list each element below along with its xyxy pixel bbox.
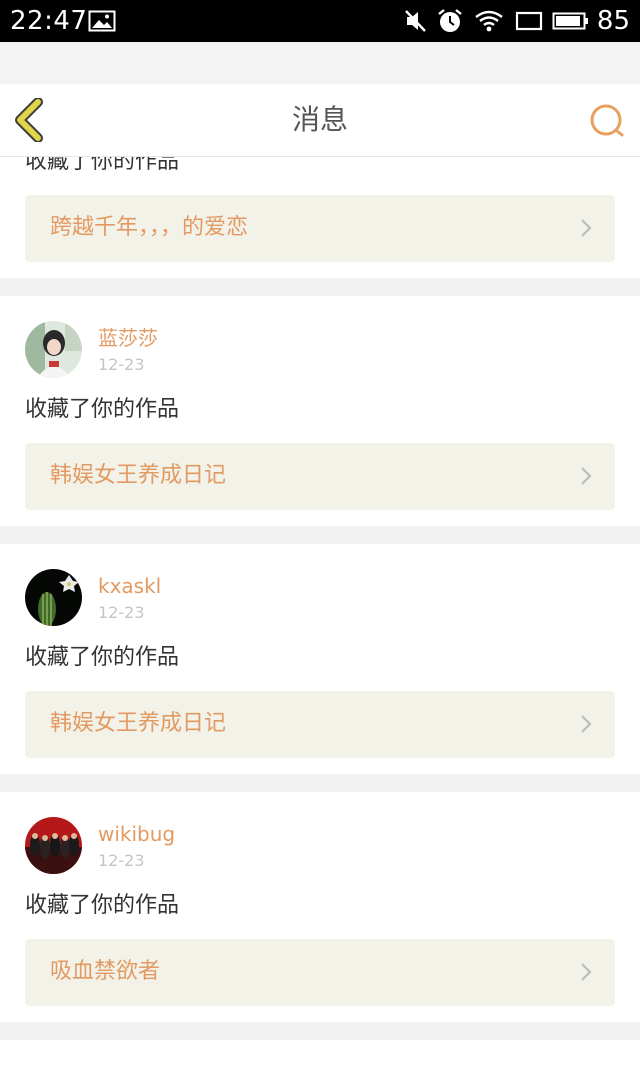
notification-list[interactable]: 收藏了你的作品 跨越千年，，，的爱恋 蓝莎莎 12-23 收藏了你的作品 韩娱女… xyxy=(0,157,640,1067)
timestamp: 12-23 xyxy=(98,851,145,870)
action-text: 收藏了你的作品 xyxy=(25,645,180,670)
alarm-icon xyxy=(438,9,462,32)
work-link[interactable]: 韩娱女王养成日记 xyxy=(25,691,615,758)
status-bar: 22:47 85 xyxy=(0,0,640,42)
username[interactable]: 蓝莎莎 xyxy=(98,326,158,350)
work-title: 韩娱女王养成日记 xyxy=(50,711,227,736)
header: 消息 xyxy=(0,84,640,157)
work-link[interactable]: 韩娱女王养成日记 xyxy=(25,443,615,510)
chevron-right-icon xyxy=(581,715,592,733)
top-strip xyxy=(0,42,640,84)
list-item: wikibug 12-23 收藏了你的作品 吸血禁欲者 xyxy=(0,792,640,1022)
list-item: kxaskl 12-23 收藏了你的作品 韩娱女王养成日记 xyxy=(0,544,640,774)
timestamp: 12-23 xyxy=(98,355,145,374)
battery-level: 85 xyxy=(596,6,630,36)
chevron-right-icon xyxy=(581,467,592,485)
chevron-right-icon xyxy=(581,963,592,981)
timestamp: 12-23 xyxy=(98,603,145,622)
chevron-right-icon xyxy=(581,219,592,237)
list-item: 收藏了你的作品 跨越千年，，，的爱恋 xyxy=(0,157,640,278)
image-icon xyxy=(88,10,116,32)
list-item: 蓝莎莎 12-23 收藏了你的作品 韩娱女王养成日记 xyxy=(0,296,640,526)
avatar[interactable] xyxy=(25,321,82,378)
search-icon[interactable] xyxy=(588,102,626,140)
battery-icon xyxy=(552,12,588,30)
username[interactable]: wikibug xyxy=(98,822,175,846)
action-text: 收藏了你的作品 xyxy=(25,893,180,918)
username[interactable]: kxaskl xyxy=(98,574,161,598)
avatar[interactable] xyxy=(25,569,82,626)
action-text: 收藏了你的作品 xyxy=(25,397,180,422)
mute-icon xyxy=(405,10,426,32)
list-item xyxy=(0,1040,640,1067)
status-time: 22:47 xyxy=(10,6,88,36)
avatar[interactable] xyxy=(25,817,82,874)
work-link[interactable]: 吸血禁欲者 xyxy=(25,939,615,1006)
work-title: 韩娱女王养成日记 xyxy=(50,463,227,488)
screen-icon xyxy=(515,11,543,31)
action-text: 收藏了你的作品 xyxy=(25,157,180,174)
work-title: 吸血禁欲者 xyxy=(50,959,161,984)
wifi-icon xyxy=(475,10,503,32)
work-title: 跨越千年，，，的爱恋 xyxy=(50,215,249,240)
page-title: 消息 xyxy=(291,103,348,136)
work-link[interactable]: 跨越千年，，，的爱恋 xyxy=(25,195,615,262)
